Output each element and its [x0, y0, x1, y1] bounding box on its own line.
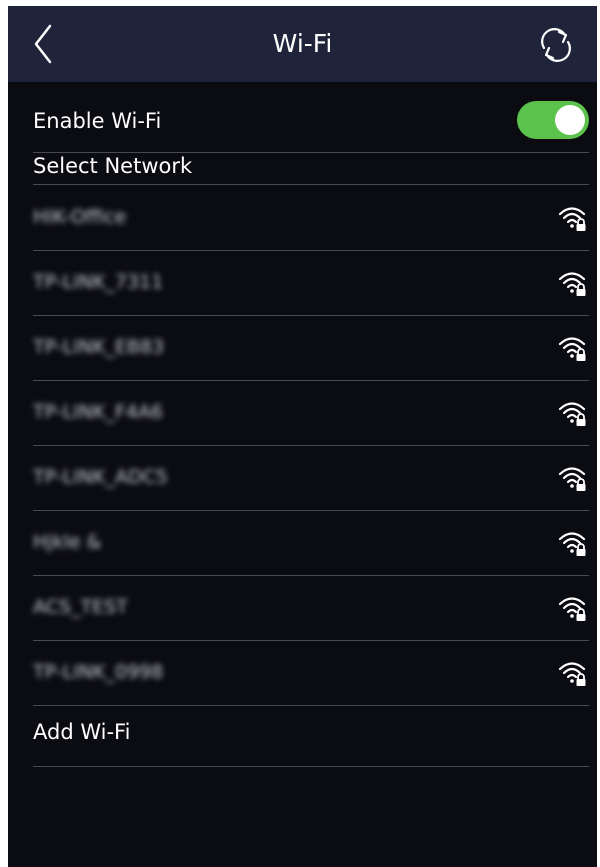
network-item[interactable]: Hjkle & [33, 511, 589, 576]
wifi-locked-icon [558, 532, 586, 556]
wifi-locked-icon [558, 402, 586, 426]
network-ssid: TP-LINK_EB83 [33, 336, 165, 358]
network-ssid: HIK-Office [33, 206, 127, 228]
divider [33, 184, 589, 185]
header-bar: Wi-Fi [8, 6, 597, 82]
network-item[interactable]: ACS_TEST [33, 576, 589, 641]
network-ssid: TP-LINK_0998 [33, 661, 164, 683]
network-item[interactable]: TP-LINK_F4A6 [33, 381, 589, 446]
wifi-locked-icon [558, 467, 586, 491]
network-ssid: TP-LINK_7311 [33, 271, 164, 293]
network-ssid: TP-LINK_ADC5 [33, 466, 168, 488]
enable-wifi-toggle[interactable] [517, 101, 589, 139]
network-item[interactable]: HIK-Office [33, 186, 589, 251]
network-list: HIK-Office TP-LINK_7311 TP-LINK_EB83 TP-… [33, 186, 589, 706]
network-ssid: ACS_TEST [33, 596, 128, 618]
network-ssid: TP-LINK_F4A6 [33, 401, 163, 423]
network-item[interactable]: TP-LINK_7311 [33, 251, 589, 316]
page-title: Wi-Fi [272, 29, 333, 58]
wifi-locked-icon [558, 337, 586, 361]
refresh-icon [541, 28, 571, 62]
wifi-locked-icon [558, 207, 586, 231]
wifi-locked-icon [558, 272, 586, 296]
refresh-button[interactable] [535, 24, 577, 66]
add-wifi-label: Add Wi-Fi [33, 720, 131, 744]
toggle-knob [555, 105, 585, 135]
wifi-locked-icon [558, 662, 586, 686]
add-wifi-button[interactable]: Add Wi-Fi [33, 702, 589, 767]
select-network-label: Select Network [33, 154, 193, 178]
network-item[interactable]: TP-LINK_EB83 [33, 316, 589, 381]
enable-wifi-label: Enable Wi-Fi [33, 109, 162, 133]
network-item[interactable]: TP-LINK_0998 [33, 641, 589, 706]
network-item[interactable]: TP-LINK_ADC5 [33, 446, 589, 511]
wifi-settings-screen: Wi-Fi Enable Wi-Fi Select Network HIK-Of… [8, 6, 597, 867]
network-ssid: Hjkle & [33, 531, 102, 553]
wifi-locked-icon [558, 597, 586, 621]
enable-wifi-row: Enable Wi-Fi [33, 92, 589, 152]
